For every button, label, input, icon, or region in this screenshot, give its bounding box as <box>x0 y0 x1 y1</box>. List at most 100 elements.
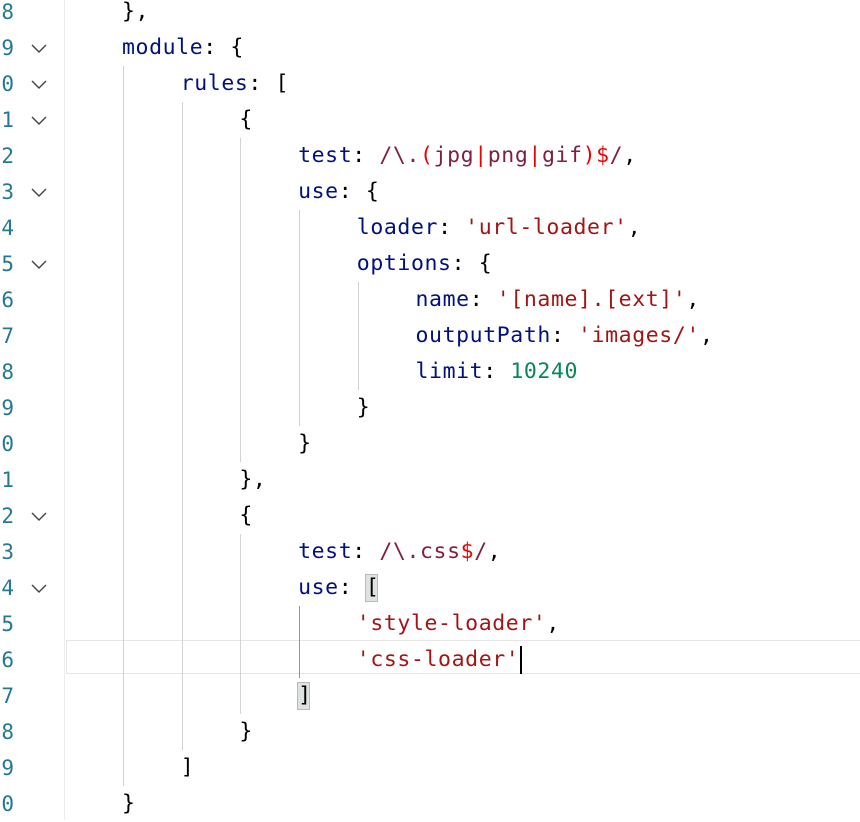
code-text: ] <box>181 750 195 786</box>
line-number: 25 <box>0 612 14 636</box>
code-text: outputPath: 'images/', <box>416 318 714 354</box>
indent-guide <box>299 210 301 426</box>
code-text: use: [ <box>298 570 379 606</box>
code-text: module: { <box>122 30 244 66</box>
indent-guide <box>123 66 124 786</box>
code-line[interactable]: 27] <box>0 678 860 714</box>
code-line[interactable]: 21}, <box>0 462 860 498</box>
line-number: 22 <box>0 504 14 528</box>
code-text: }, <box>239 462 266 498</box>
code-token: : <box>338 575 366 600</box>
line-number: 28 <box>0 720 14 744</box>
code-token: ] <box>180 755 195 780</box>
code-editor[interactable]: 8},9module: {10rules: [11{12test: /\.(jp… <box>0 0 860 820</box>
code-line[interactable]: 28} <box>0 714 860 750</box>
code-token: /\.css <box>379 539 461 564</box>
code-token: test <box>298 143 353 168</box>
code-line[interactable]: 16 name: '[name].[ext]', <box>0 282 860 318</box>
code-line[interactable]: 30} <box>0 786 860 822</box>
code-line[interactable]: 20} <box>0 426 860 462</box>
fold-chevron-down-icon[interactable] <box>30 255 48 273</box>
code-line[interactable]: 19} <box>0 390 860 426</box>
code-line[interactable]: 24 use: [ <box>0 570 860 606</box>
code-line[interactable]: 14 loader: 'url-loader', <box>0 210 860 246</box>
code-token: : [ <box>248 71 290 96</box>
code-token: } <box>239 719 253 744</box>
code-line[interactable]: 18 limit: 10240 <box>0 354 860 390</box>
code-line[interactable]: 23 test: /\.css$/, <box>0 534 860 570</box>
line-number: 17 <box>0 324 14 348</box>
code-line[interactable]: 9 module: { <box>0 30 860 66</box>
fold-chevron-down-icon[interactable] <box>30 39 48 57</box>
code-line[interactable]: 26 'css-loader' <box>0 640 860 678</box>
code-token: test <box>298 539 353 564</box>
code-token: )$ <box>582 143 610 168</box>
fold-chevron-down-icon[interactable] <box>30 111 48 129</box>
fold-chevron-down-icon[interactable] <box>30 579 48 597</box>
code-token: gif <box>541 143 583 168</box>
code-text: 'style-loader', <box>357 606 560 642</box>
fold-chevron-down-icon[interactable] <box>30 507 48 525</box>
code-token: [ <box>365 575 380 600</box>
code-token: , <box>623 143 637 168</box>
code-line[interactable]: 17 outputPath: 'images/', <box>0 318 860 354</box>
code-line[interactable]: 13 use: { <box>0 174 860 210</box>
code-token: : { <box>451 251 493 276</box>
code-token: 'url-loader' <box>465 215 628 240</box>
code-text: } <box>122 786 136 822</box>
code-token: : <box>550 323 579 348</box>
code-token: use <box>298 179 339 204</box>
fold-chevron-down-icon[interactable] <box>30 75 48 93</box>
code-token: , <box>686 287 700 312</box>
code-line[interactable]: 25 'style-loader', <box>0 606 860 642</box>
code-line[interactable]: 15 options: { <box>0 246 860 282</box>
code-token: } <box>356 395 371 420</box>
code-line[interactable]: 11 { <box>0 102 860 138</box>
code-line[interactable]: 10 rules: [ <box>0 66 860 102</box>
code-token: loader <box>356 215 439 240</box>
code-token: }, <box>122 0 150 24</box>
code-token: : <box>438 215 466 240</box>
line-number: 8 <box>1 0 14 24</box>
code-text: ] <box>298 678 312 714</box>
code-token: limit <box>415 359 484 384</box>
code-text: use: { <box>298 174 379 210</box>
code-token: / <box>474 539 488 564</box>
code-line[interactable]: 29] <box>0 750 860 786</box>
code-token: : <box>352 539 380 564</box>
code-line[interactable]: 22 { <box>0 498 860 534</box>
line-number: 15 <box>0 252 14 276</box>
code-token: { <box>239 503 253 528</box>
code-text: } <box>298 426 312 462</box>
code-token: module <box>122 35 204 60</box>
indent-guide <box>240 138 242 462</box>
line-number: 11 <box>0 108 14 132</box>
code-token: } <box>122 791 136 816</box>
code-token: , <box>627 215 642 240</box>
line-number: 9 <box>1 36 14 60</box>
code-token: use <box>298 575 339 600</box>
line-number: 18 <box>0 360 14 384</box>
code-line[interactable]: 12test: /\.(jpg|png|gif)$/, <box>0 138 860 174</box>
code-token: : { <box>338 179 380 204</box>
fold-chevron-down-icon[interactable] <box>30 183 48 201</box>
line-number: 10 <box>0 72 14 96</box>
code-token: , <box>699 323 714 348</box>
code-token: }, <box>239 467 267 492</box>
code-token: jpg <box>433 143 475 168</box>
code-token: | <box>474 143 488 168</box>
code-token: ] <box>298 683 312 708</box>
line-number: 21 <box>0 468 14 492</box>
line-number: 20 <box>0 432 14 456</box>
code-token: png <box>487 143 529 168</box>
code-text: } <box>357 390 371 426</box>
line-number: 27 <box>0 684 14 708</box>
code-text: test: /\.css$/, <box>298 534 501 570</box>
code-text: }, <box>122 0 149 30</box>
line-number: 16 <box>0 288 14 312</box>
code-token: 'css-loader' <box>356 647 520 672</box>
line-number: 19 <box>0 396 14 420</box>
code-token: /\. <box>379 143 421 168</box>
code-token: $ <box>460 539 475 564</box>
code-line[interactable]: 8}, <box>0 0 860 30</box>
